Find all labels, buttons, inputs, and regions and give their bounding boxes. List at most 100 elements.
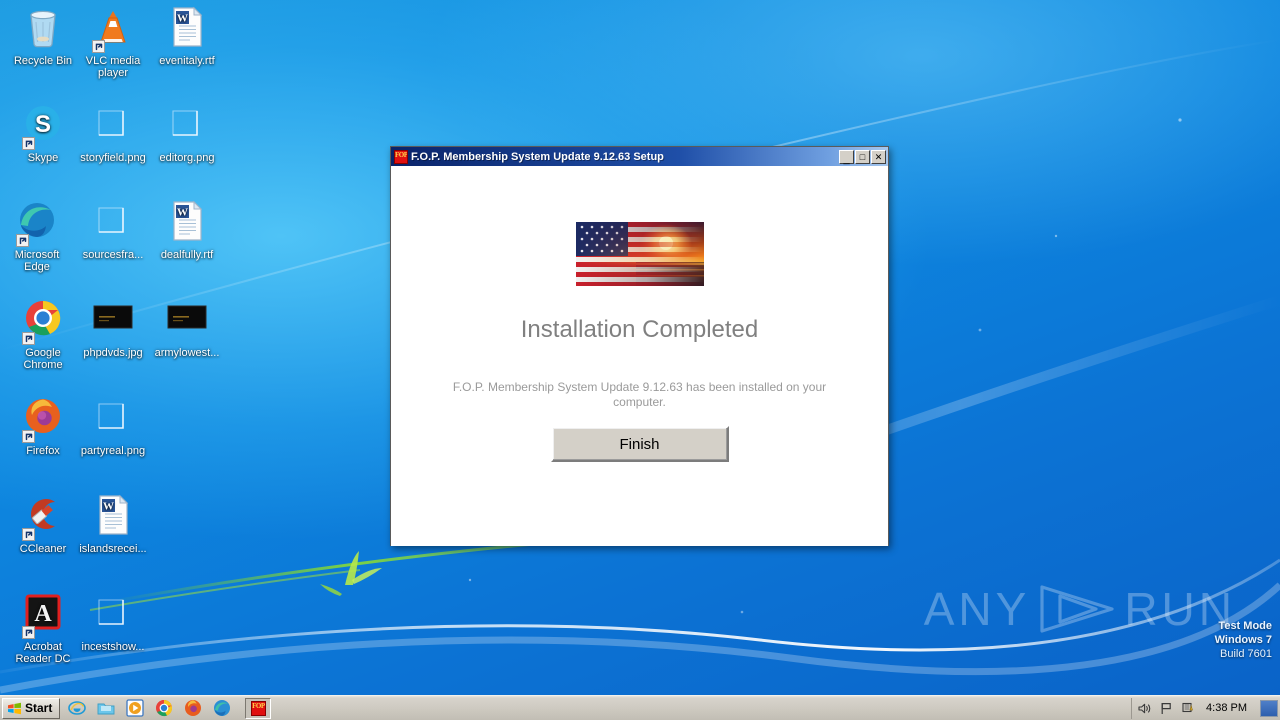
word-doc-icon: W <box>76 494 150 540</box>
desktop-icon-label: partyreal.png <box>80 445 146 457</box>
svg-text:W: W <box>177 207 188 219</box>
minimize-button[interactable]: _ <box>839 149 854 165</box>
system-tray[interactable]: 4:38 PM <box>1131 697 1280 719</box>
fop-icon-text: FOP <box>395 150 408 159</box>
close-button[interactable]: ✕ <box>871 149 886 164</box>
test-mode-line2: Windows 7 <box>1214 634 1272 646</box>
desktop-icon-partyreal-png[interactable]: partyreal.png <box>76 396 150 457</box>
desktop-icon-vlc-media-player[interactable]: VLC media player <box>76 6 150 79</box>
desktop-icon-label: armylowest... <box>154 347 220 359</box>
finish-button[interactable]: Finish <box>550 426 729 462</box>
shortcut-arrow-icon <box>22 626 35 639</box>
vlc-icon <box>76 6 150 53</box>
taskbar-clock[interactable]: 4:38 PM <box>1203 702 1252 714</box>
desktop-icon-acrobat-reader-dc[interactable]: A Acrobat Reader DC <box>6 592 80 665</box>
task-fop-icon-text: FOP <box>252 701 265 710</box>
desktop-icon-label: Recycle Bin <box>13 55 73 67</box>
shortcut-arrow-icon <box>16 234 29 247</box>
desktop-icon-label: sourcesfra... <box>82 249 144 261</box>
setup-dialog-window[interactable]: FOP F.O.P. Membership System Update 9.12… <box>390 146 889 546</box>
desktop-icon-microsoft-edge[interactable]: Microsoft Edge <box>0 200 74 273</box>
desktop-icon-label: phpdvds.jpg <box>83 347 143 359</box>
start-button-label: Start <box>25 701 53 715</box>
desktop-icon-label: dealfully.rtf <box>160 249 214 261</box>
microsoft-edge-icon[interactable] <box>213 699 231 717</box>
shortcut-arrow-icon <box>22 137 35 150</box>
firefox-icon <box>6 396 80 443</box>
shortcut-arrow-icon <box>22 528 35 541</box>
minimize-icon: _ <box>843 152 850 165</box>
desktop-icon-sourcesfra[interactable]: sourcesfra... <box>76 200 150 261</box>
start-button[interactable]: Start <box>2 697 61 719</box>
test-mode-watermark: Test Mode Windows 7 Build 7601 <box>1215 619 1272 661</box>
skype-icon: S <box>6 103 80 150</box>
maximize-icon: □ <box>859 151 866 162</box>
task-button-fop-setup[interactable]: FOP <box>245 697 272 719</box>
installation-message: F.O.P. Membership System Update 9.12.63 … <box>452 380 827 409</box>
ccleaner-icon <box>6 494 80 541</box>
google-chrome-icon[interactable] <box>155 699 173 717</box>
media-player-icon[interactable] <box>126 699 144 717</box>
desktop-icon-google-chrome[interactable]: Google Chrome <box>6 298 80 371</box>
svg-text:W: W <box>103 501 114 513</box>
desktop-icon-label: Google Chrome <box>23 347 63 371</box>
task-button-area[interactable]: FOP <box>245 697 272 719</box>
desktop-icon-label: VLC media player <box>85 55 141 79</box>
setup-title-bar[interactable]: FOP F.O.P. Membership System Update 9.12… <box>391 147 888 166</box>
test-mode-line1: Test Mode <box>1218 620 1272 632</box>
desktop-icon-ccleaner[interactable]: CCleaner <box>6 494 80 555</box>
desktop-icon-islandsrecei[interactable]: Wislandsrecei... <box>76 494 150 555</box>
desktop-icon-label: CCleaner <box>19 543 67 555</box>
blank-image-icon <box>76 200 150 246</box>
desktop-icon-dealfully-rtf[interactable]: Wdealfully.rtf <box>150 200 224 261</box>
desktop-icon-evenitaly-rtf[interactable]: Wevenitaly.rtf <box>150 6 224 67</box>
taskbar[interactable]: Start FOP 4:38 PM <box>0 695 1280 720</box>
windows-explorer-icon[interactable] <box>97 699 115 717</box>
desktop-icon-firefox[interactable]: Firefox <box>6 396 80 457</box>
shortcut-arrow-icon <box>22 430 35 443</box>
network-icon[interactable] <box>1181 701 1196 716</box>
shortcut-arrow-icon <box>92 40 105 53</box>
word-doc-icon: W <box>150 200 224 246</box>
maximize-button[interactable]: □ <box>855 149 870 164</box>
internet-explorer-icon[interactable] <box>68 699 87 717</box>
blank-image-icon <box>76 592 150 638</box>
svg-text:W: W <box>177 13 188 25</box>
desktop-icon-label: Skype <box>27 152 59 164</box>
svg-text:A: A <box>34 601 52 627</box>
action-center-flag-icon[interactable] <box>1159 701 1174 716</box>
desktop-icon-armylowest[interactable]: armylowest... <box>150 298 224 359</box>
blank-image-icon <box>150 103 224 149</box>
task-fop-icon: FOP <box>250 700 266 716</box>
desktop-icon-incestshow[interactable]: incestshow... <box>76 592 150 653</box>
banner-graphic <box>575 222 704 286</box>
windows-logo-icon <box>8 702 21 714</box>
dark-image-icon <box>150 298 224 344</box>
test-mode-line3: Build 7601 <box>1220 648 1272 660</box>
desktop-icon-label: incestshow... <box>81 641 145 653</box>
dark-image-icon <box>76 298 150 344</box>
desktop-icon-label: editorg.png <box>159 152 215 164</box>
setup-window-title: F.O.P. Membership System Update 9.12.63 … <box>411 150 664 163</box>
edge-icon <box>0 200 74 247</box>
word-doc-icon: W <box>150 6 224 52</box>
recycle-bin-icon <box>6 6 80 52</box>
installation-heading: Installation Completed <box>520 316 759 343</box>
show-desktop-button[interactable] <box>1260 699 1278 717</box>
fop-app-icon: FOP <box>394 149 408 164</box>
desktop-icon-skype[interactable]: S Skype <box>6 103 80 164</box>
desktop-icon-storyfield-png[interactable]: storyfield.png <box>76 103 150 164</box>
close-icon: ✕ <box>874 151 883 162</box>
acrobat-icon: A <box>6 592 80 639</box>
desktop-icon-label: Microsoft Edge <box>14 249 60 273</box>
desktop-icon-phpdvds-jpg[interactable]: phpdvds.jpg <box>76 298 150 359</box>
desktop-icon-label: Firefox <box>26 445 60 457</box>
quick-launch-bar[interactable] <box>68 699 231 717</box>
firefox-icon[interactable] <box>184 699 202 717</box>
volume-icon[interactable] <box>1137 701 1152 716</box>
desktop-icon-recycle-bin[interactable]: Recycle Bin <box>6 6 80 67</box>
blank-image-icon <box>76 396 150 442</box>
blank-image-icon <box>76 103 150 149</box>
desktop-icon-label: evenitaly.rtf <box>159 55 215 67</box>
desktop-icon-editorg-png[interactable]: editorg.png <box>150 103 224 164</box>
